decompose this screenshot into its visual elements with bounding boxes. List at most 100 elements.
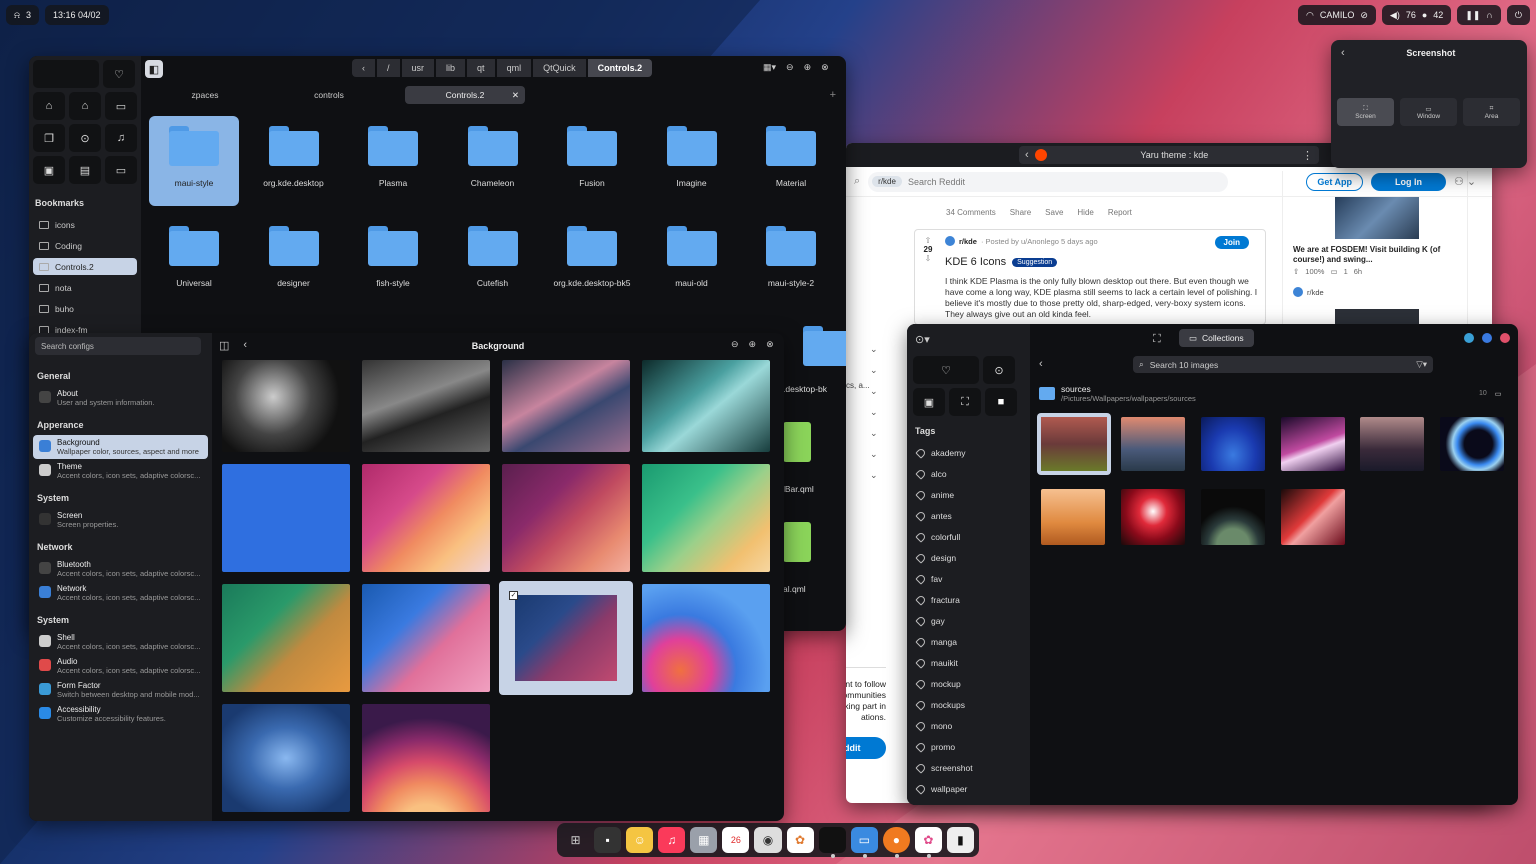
- screenshots-button[interactable]: ⛶: [949, 388, 981, 416]
- image-thumb[interactable]: [1121, 489, 1185, 545]
- videos-button[interactable]: ▤: [69, 156, 101, 184]
- bookmark-item[interactable]: buho: [33, 300, 137, 317]
- search-chip[interactable]: r/kde: [872, 176, 902, 187]
- post-card[interactable]: ⇧ 29 ⇩ r/kde · Posted by u/Anonlego 5 da…: [914, 229, 1266, 325]
- bookmark-item[interactable]: nota: [33, 279, 137, 296]
- pictures-button[interactable]: ▣: [913, 388, 945, 416]
- wallpaper-thumb[interactable]: [502, 360, 630, 452]
- config-item[interactable]: Shell Accent colors, icon sets, adaptive …: [33, 630, 208, 654]
- photos-app[interactable]: ✿: [786, 827, 814, 853]
- tags-button[interactable]: ⌂: [33, 92, 65, 120]
- search-configs-input[interactable]: Search configs: [35, 337, 201, 355]
- folder-item[interactable]: Universal: [149, 216, 239, 306]
- tag-item[interactable]: mockup: [913, 673, 1025, 694]
- join-reddit-button[interactable]: Join Reddit: [846, 737, 886, 759]
- downloads-button[interactable]: ⊙: [69, 124, 101, 152]
- breadcrumb-item[interactable]: Controls.2: [587, 59, 653, 77]
- menu-icon[interactable]: ⋮: [1302, 149, 1313, 162]
- breadcrumb-item[interactable]: qml: [496, 59, 532, 77]
- image-thumb[interactable]: [1360, 417, 1424, 471]
- browser-urlbar[interactable]: ‹ Yaru theme : kde ⋮: [1019, 146, 1319, 164]
- folder-item[interactable]: Cutefish: [448, 216, 538, 306]
- maximize-icon[interactable]: ⊕: [749, 339, 757, 350]
- folder-item[interactable]: org.kde.desktop: [249, 116, 339, 206]
- wallpaper-thumb[interactable]: [222, 360, 350, 452]
- breadcrumb-item[interactable]: qt: [467, 59, 495, 77]
- minimize-icon[interactable]: ⊖: [731, 339, 739, 350]
- back-button[interactable]: ‹: [352, 59, 375, 77]
- breadcrumb-item[interactable]: usr: [401, 59, 435, 77]
- files-app[interactable]: ▭: [850, 827, 878, 858]
- tag-item[interactable]: alco: [913, 463, 1025, 484]
- desktop-button[interactable]: ▭: [105, 92, 137, 120]
- folder-button[interactable]: ▭: [105, 156, 137, 184]
- close-tab-icon[interactable]: ✕: [512, 90, 519, 101]
- wallpaper-thumb[interactable]: [222, 704, 350, 812]
- config-item[interactable]: Theme Accent colors, icon sets, adaptive …: [33, 459, 208, 483]
- terminal-app[interactable]: ▪: [594, 827, 622, 853]
- collections-tab[interactable]: ▭ Collections: [1179, 329, 1254, 347]
- upvote-icon[interactable]: ⇧: [1293, 267, 1299, 276]
- blank-app[interactable]: [818, 827, 846, 858]
- subreddit-link[interactable]: r/kde: [959, 237, 977, 246]
- screenshot-icon[interactable]: ⛶: [1153, 333, 1161, 346]
- folder-item[interactable]: Fusion: [547, 116, 637, 206]
- screen-mode-button[interactable]: ⛶ Screen: [1337, 98, 1394, 126]
- post-title[interactable]: KDE 6 Icons: [945, 256, 1006, 268]
- bookmark-item[interactable]: Coding: [33, 237, 137, 254]
- tag-item[interactable]: design: [913, 547, 1025, 568]
- wallpaper-thumb[interactable]: [362, 464, 490, 572]
- tag-item[interactable]: antes: [913, 505, 1025, 526]
- network-indicator[interactable]: ◠ CAMILO ⊘: [1298, 5, 1376, 25]
- calendar-app[interactable]: 26: [722, 827, 750, 853]
- view-mode-icon[interactable]: ▦▾: [763, 62, 776, 73]
- image-thumb[interactable]: [1201, 489, 1265, 545]
- pixel-app[interactable]: ✿: [914, 827, 942, 858]
- config-item[interactable]: Background Wallpaper color, sources, aspe…: [33, 435, 208, 459]
- back-icon[interactable]: ‹: [1039, 358, 1043, 370]
- tag-item[interactable]: manga: [913, 631, 1025, 652]
- new-tab-icon[interactable]: +: [830, 89, 836, 101]
- pictures-button[interactable]: ▣: [33, 156, 65, 184]
- music-app[interactable]: ♫: [658, 827, 686, 853]
- image-thumb[interactable]: [1041, 489, 1105, 545]
- breadcrumb-item[interactable]: /: [377, 59, 400, 77]
- tab[interactable]: zpaces: [145, 90, 265, 100]
- wallpaper-thumb[interactable]: [362, 584, 490, 692]
- wallpaper-thumb[interactable]: [222, 464, 350, 572]
- tag-item[interactable]: promo: [913, 736, 1025, 757]
- area-mode-button[interactable]: ⌗ Area: [1463, 98, 1520, 126]
- documents-button[interactable]: ❐: [33, 124, 65, 152]
- home-button[interactable]: ⌂: [69, 92, 101, 120]
- maximize-icon[interactable]: [1482, 333, 1492, 343]
- sidebar-subreddit[interactable]: r/kde: [1293, 287, 1324, 297]
- share-button[interactable]: Share: [1010, 208, 1031, 217]
- folder-item[interactable]: Plasma: [348, 116, 438, 206]
- phone-app[interactable]: ▮: [946, 827, 975, 853]
- media-indicator[interactable]: ❚❚ ∩: [1457, 5, 1501, 25]
- bookmark-item[interactable]: Controls.2: [33, 258, 137, 275]
- launchpad-app[interactable]: ▦: [690, 827, 718, 853]
- camera-app[interactable]: ◉: [754, 827, 782, 853]
- clock[interactable]: 13:16 04/02: [44, 5, 109, 25]
- workspace-indicator[interactable]: ⍾ 3: [6, 5, 39, 25]
- wallpaper-thumb[interactable]: [502, 464, 630, 572]
- tag-item[interactable]: mockups: [913, 694, 1025, 715]
- search-input[interactable]: r/kde Search Reddit: [868, 171, 1229, 192]
- search-images-input[interactable]: ⌕ Search 10 images ▽▾: [1133, 356, 1433, 373]
- power-button[interactable]: ⏻: [1506, 5, 1530, 25]
- apple-button[interactable]: [33, 60, 99, 88]
- finder-app[interactable]: ☺: [626, 827, 654, 853]
- tab[interactable]: controls: [269, 90, 389, 100]
- maximize-icon[interactable]: ⊕: [804, 62, 812, 73]
- config-item[interactable]: Accessibility Customize accessibility fea…: [33, 702, 208, 726]
- wallpaper-thumb[interactable]: [642, 584, 770, 692]
- config-item[interactable]: Audio Accent colors, icon sets, adaptive …: [33, 654, 208, 678]
- join-button[interactable]: Join: [1214, 236, 1249, 249]
- tag-item[interactable]: gay: [913, 610, 1025, 631]
- folder-item[interactable]: fish-style: [348, 216, 438, 306]
- image-thumb[interactable]: [1281, 489, 1345, 545]
- tag-item[interactable]: fav: [913, 568, 1025, 589]
- tag-item[interactable]: mono: [913, 715, 1025, 736]
- folder-item[interactable]: maui-style: [149, 116, 239, 206]
